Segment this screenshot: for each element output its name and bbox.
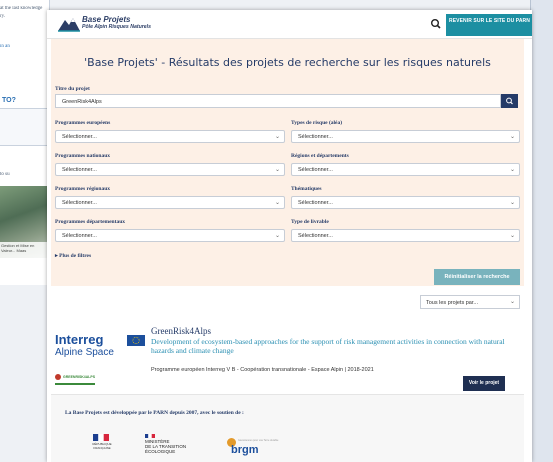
sort-select[interactable]: Tous les projets par... ⌄ (420, 295, 520, 309)
background-article: at the last knowledge ry. in an TO? to s… (0, 0, 50, 285)
ministry-logo: MINISTÈRE DE LA TRANSITION ÉCOLOGIQUE (145, 434, 205, 462)
background-heading: TO? (2, 97, 16, 104)
reset-search-button[interactable]: Réinitialiser la recherche (434, 269, 520, 285)
select-national-programs[interactable]: Sélectionner... ⌄ (55, 163, 285, 176)
browser-window: Base Projets Pôle Alpin Risques Naturels… (47, 10, 532, 462)
result-description: Development of ecosystem-based approache… (151, 337, 505, 355)
background-box (0, 108, 48, 146)
select-regions[interactable]: Sélectionner... ⌄ (291, 163, 520, 176)
search-submit-button[interactable] (501, 94, 518, 108)
interreg-logo: Interreg Alpine Space (55, 332, 145, 372)
project-title-input[interactable]: GreenRisk4Alps (55, 94, 501, 108)
background-text-line: ry. (0, 14, 6, 19)
filter-label-deliverable-type: Type de livrable (291, 219, 329, 225)
chevron-down-icon: ⌄ (274, 200, 280, 206)
more-filters-label: Plus de filtres (59, 253, 92, 259)
select-value: Sélectionner... (62, 134, 97, 140)
view-project-button[interactable]: Voir le projet (463, 376, 505, 391)
select-value: Sélectionner... (62, 233, 97, 239)
select-deliverable-type[interactable]: Sélectionner... ⌄ (291, 229, 520, 242)
chevron-down-icon: ⌄ (509, 134, 515, 140)
filter-label-european-programs: Programmes européens (55, 120, 111, 126)
filter-label-departmental-programs: Programmes départementaux (55, 219, 126, 225)
chevron-down-icon: ⌄ (274, 134, 280, 140)
select-value: Sélectionner... (298, 167, 333, 173)
brgm-logo-text: brgm (231, 444, 259, 456)
filter-label-themes: Thématiques (291, 186, 322, 192)
search-icon[interactable] (428, 16, 444, 32)
interreg-logo-subtitle: Alpine Space (55, 347, 114, 358)
select-european-programs[interactable]: Sélectionner... ⌄ (55, 130, 285, 143)
eu-flag-icon (127, 335, 145, 346)
site-header: Base Projets Pôle Alpin Risques Naturels… (47, 10, 532, 39)
chevron-down-icon: ⌄ (509, 233, 515, 239)
filter-label-risk-types: Types de risque (aléa) (291, 120, 343, 126)
select-value: Sélectionner... (62, 200, 97, 206)
badge-dot-icon (55, 374, 61, 380)
select-value: Sélectionner... (62, 167, 97, 173)
chevron-down-icon: ⌄ (509, 299, 515, 305)
chevron-down-icon: ⌄ (509, 167, 515, 173)
select-departmental-programs[interactable]: Sélectionner... ⌄ (55, 229, 285, 242)
more-filters-toggle[interactable]: ▸ Plus de filtres (55, 253, 91, 259)
ministry-logo-text: MINISTÈRE DE LA TRANSITION ÉCOLOGIQUE (145, 439, 187, 454)
republique-francaise-logo: RÉPUBLIQUE FRANÇAISE (85, 434, 119, 462)
select-value: Sélectionner... (298, 233, 333, 239)
select-value: Sélectionner... (298, 134, 333, 140)
select-value: Sélectionner... (298, 200, 333, 206)
site-footer (51, 394, 524, 462)
result-programme: Programme européen Interreg V B - Coopér… (151, 367, 374, 373)
background-text-line: to su (0, 172, 10, 177)
badge-underline (55, 383, 95, 385)
page-title: 'Base Projets' - Résultats des projets d… (84, 56, 491, 69)
interreg-logo-text: Interreg (55, 332, 104, 347)
chevron-down-icon: ⌄ (509, 200, 515, 206)
french-flag-icon (145, 434, 155, 438)
back-to-site-button[interactable]: REVENIR SUR LE SITE DU PARN (446, 14, 532, 36)
logo-subtitle: Pôle Alpin Risques Naturels (82, 24, 151, 30)
french-flag-icon (93, 434, 109, 441)
select-regional-programs[interactable]: Sélectionner... ⌄ (55, 196, 285, 209)
rf-logo-text: RÉPUBLIQUE FRANÇAISE (92, 442, 112, 450)
select-themes[interactable]: Sélectionner... ⌄ (291, 196, 520, 209)
filter-label-regions: Régions et départements (291, 153, 349, 159)
brgm-tagline: Géosciences pour une Terre durable (238, 439, 279, 442)
background-text-line: at the last knowledge (0, 6, 43, 11)
mountain-logo-icon (58, 18, 80, 32)
chevron-down-icon: ⌄ (274, 233, 280, 239)
filter-label-national-programs: Programmes nationaux (55, 153, 111, 159)
logo-title: Base Projets (82, 15, 131, 24)
select-risk-types[interactable]: Sélectionner... ⌄ (291, 130, 520, 143)
background-scroll-area (530, 0, 553, 462)
badge-text: GREENRISK4ALPS (63, 375, 96, 379)
background-link[interactable]: in an (0, 44, 48, 49)
filter-label-regional-programs: Programmes régionaux (55, 186, 111, 192)
background-caption: Gestion et Mise en Valeur... Maas (0, 242, 48, 274)
footer-support-text: La Base Projets est développée par le PA… (65, 410, 244, 416)
chevron-down-icon: ⌄ (274, 167, 280, 173)
site-logo[interactable]: Base Projets Pôle Alpin Risques Naturels (57, 15, 167, 35)
sort-value: Tous les projets par... (426, 300, 478, 306)
brgm-logo: Géosciences pour une Terre durable brgm (227, 436, 287, 462)
project-title-label: Titre du projet (55, 86, 90, 92)
result-title[interactable]: GreenRisk4Alps (151, 326, 211, 336)
